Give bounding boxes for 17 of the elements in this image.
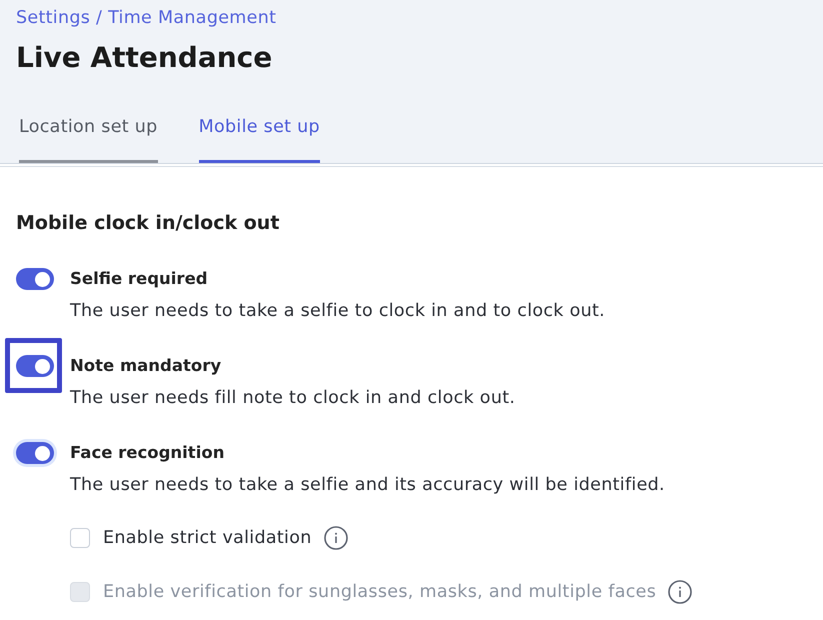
page-title: Live Attendance <box>16 40 274 76</box>
toggle-switch[interactable] <box>16 268 54 290</box>
setting-title: Note mandatory <box>70 355 222 377</box>
checkbox-label: Enable strict validation <box>103 527 312 550</box>
tab[interactable]: Mobile set up <box>198 115 320 163</box>
tab[interactable]: Location set up <box>19 115 158 163</box>
setting-description: The user needs fill note to clock in and clock out. <box>70 387 516 410</box>
toggle-switch[interactable] <box>16 355 54 377</box>
setting-title: Face recognition <box>70 442 226 464</box>
checkbox-label: Enable verification for sunglasses, masks, and multiple faces <box>103 581 656 604</box>
setting-title: Selfie required <box>70 268 209 290</box>
info-icon[interactable] <box>324 526 348 550</box>
setting-description: The user needs to take a selfie and its accuracy will be identified. <box>70 474 666 497</box>
setting-description: The user needs to take a selfie to clock in and to clock out. <box>70 300 606 323</box>
checkbox[interactable] <box>70 528 90 548</box>
breadcrumb[interactable]: Settings / Time Management <box>16 7 807 29</box>
section-heading: Mobile clock in/clock out <box>16 211 280 236</box>
